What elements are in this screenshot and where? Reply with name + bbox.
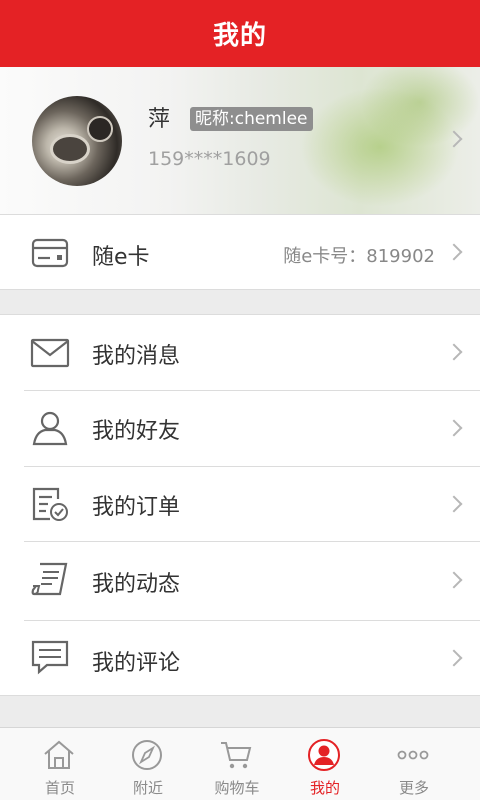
menu-item-messages[interactable]: 我的消息 (0, 315, 480, 390)
home-icon (44, 740, 74, 769)
profile-nickname-badge: 昵称:chemlee (190, 107, 313, 131)
ecard-chevron-icon (445, 243, 463, 261)
avatar[interactable] (32, 96, 122, 186)
tab-label: 附近 (132, 779, 163, 797)
profile-card[interactable] (0, 67, 480, 214)
tab-cart[interactable]: 购物车 (189, 728, 285, 800)
menu-list: 我的消息 我的好友 我的订单 我的动态 我的评论 (0, 314, 480, 696)
comment-icon (31, 640, 69, 675)
tab-nearby[interactable]: 附近 (100, 728, 196, 800)
tab-more[interactable]: 更多 (366, 728, 462, 800)
more-dots-icon (397, 750, 429, 760)
app-screen: 我的 萍 昵称:chemlee 159****1609 随e卡 随e卡号：819… (0, 0, 480, 800)
camera-dial-decoration (50, 134, 90, 164)
scroll-icon (31, 562, 68, 596)
chevron-right-icon (445, 649, 463, 667)
user-icon (308, 739, 340, 771)
menu-item-label: 我的消息 (92, 344, 181, 369)
tab-home[interactable]: 首页 (12, 728, 108, 800)
chevron-right-icon (445, 495, 463, 513)
tab-label: 购物车 (214, 779, 260, 797)
tab-label: 首页 (44, 779, 75, 797)
menu-item-label: 我的动态 (92, 572, 181, 597)
order-check-icon (32, 487, 68, 521)
tab-label: 我的 (309, 779, 340, 797)
menu-item-activity[interactable]: 我的动态 (0, 542, 480, 620)
chevron-right-icon (445, 343, 463, 361)
menu-item-orders[interactable]: 我的订单 (0, 467, 480, 542)
menu-item-label: 我的订单 (92, 495, 181, 520)
page-title: 我的 (212, 21, 267, 51)
menu-item-friends[interactable]: 我的好友 (0, 391, 480, 466)
camera-lens-decoration (87, 116, 113, 142)
menu-item-comments[interactable]: 我的评论 (0, 621, 480, 697)
cart-icon (221, 742, 252, 769)
title-bar: 我的 (0, 0, 480, 67)
compass-icon (132, 740, 162, 770)
chevron-right-icon (445, 571, 463, 589)
card-icon (31, 238, 69, 268)
bottom-tab-bar: 首页 附近 购物车 我的 更多 (0, 727, 480, 800)
tab-label: 更多 (398, 779, 429, 797)
ecard-label: 随e卡 (92, 245, 150, 270)
envelope-icon (30, 338, 70, 368)
tab-mine[interactable]: 我的 (277, 728, 373, 800)
ecard-row[interactable]: 随e卡 随e卡号：819902 (0, 214, 480, 290)
profile-name: 萍 (148, 107, 171, 132)
menu-item-label: 我的好友 (92, 419, 181, 444)
menu-item-label: 我的评论 (92, 651, 181, 676)
profile-phone: 159****1609 (148, 148, 271, 170)
person-icon (32, 411, 68, 446)
chevron-right-icon (445, 419, 463, 437)
ecard-number: 随e卡号：819902 (283, 246, 435, 267)
